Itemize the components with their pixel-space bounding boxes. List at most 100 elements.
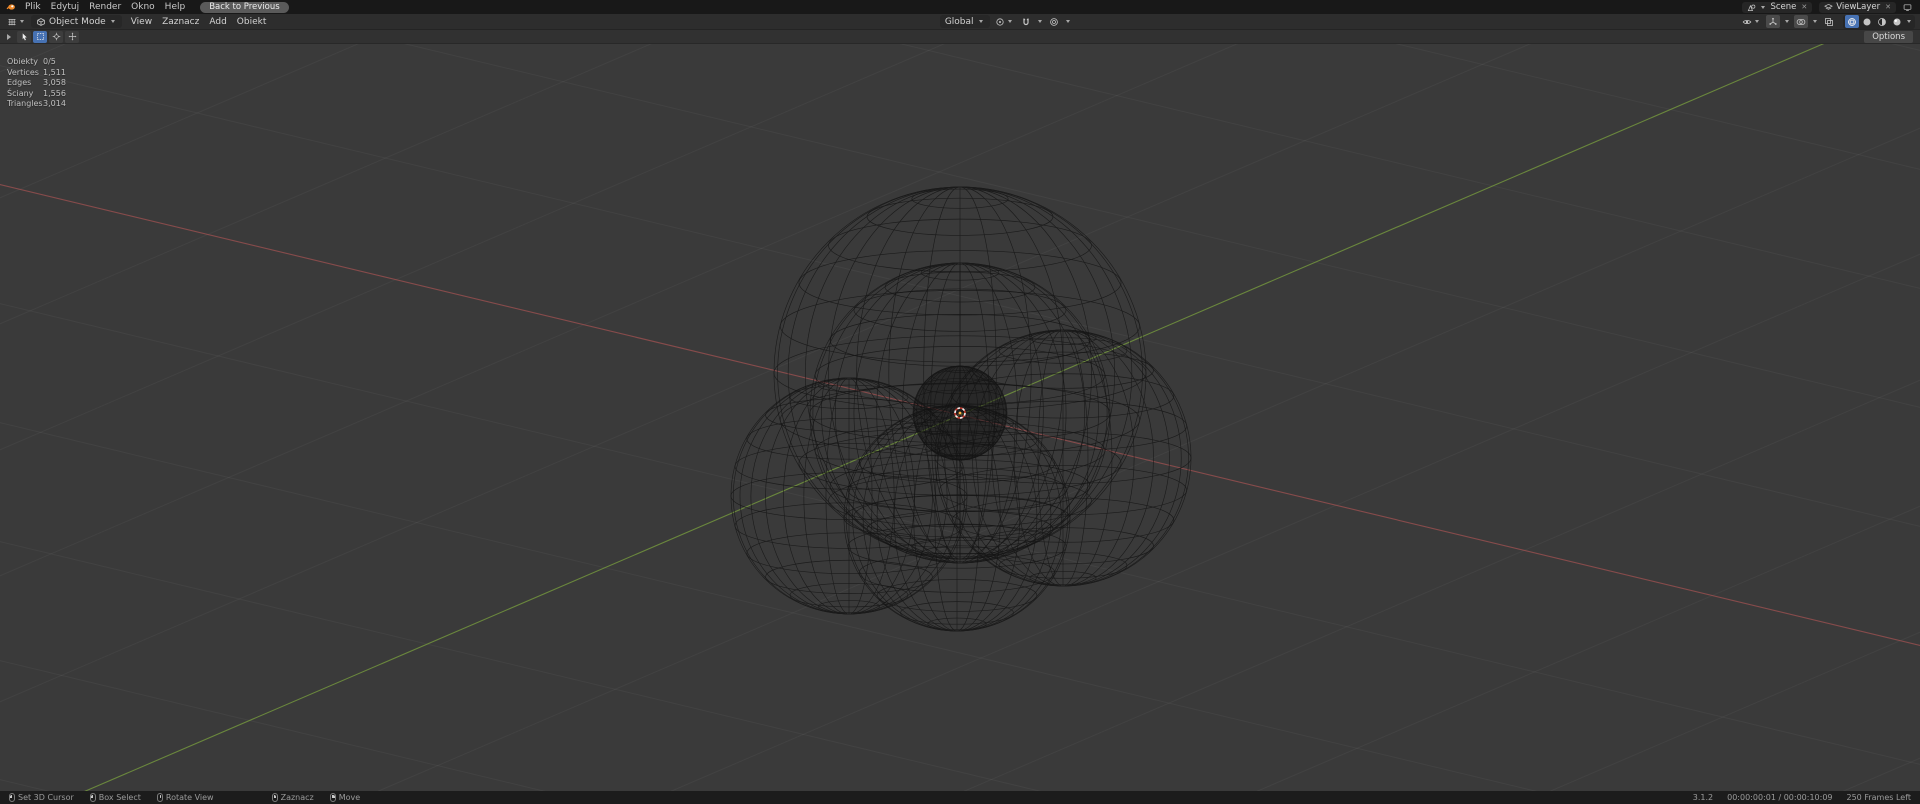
menu-render[interactable]: Render <box>84 0 126 14</box>
hint-label: Box Select <box>98 793 141 802</box>
gizmo-icon <box>1768 17 1778 27</box>
blender-version: 3.1.2 <box>1692 793 1714 802</box>
menu-viewport-view[interactable]: View <box>126 14 157 30</box>
hint-rotate-view: Rotate View <box>156 793 214 802</box>
snap-dropdown-chevron-icon[interactable] <box>1036 15 1044 28</box>
proportional-dropdown-chevron-icon[interactable] <box>1064 15 1072 28</box>
stat-edges-row: Edges 3,058 <box>7 78 66 89</box>
tool-settings-expander-icon[interactable] <box>7 33 11 40</box>
stat-faces-row: Ściany 1,556 <box>7 89 66 100</box>
move-tool-button[interactable] <box>65 30 79 43</box>
stat-triangles-row: Triangles 3,014 <box>7 99 66 110</box>
scene-name: Scene <box>1770 2 1797 12</box>
menu-viewport-select[interactable]: Zaznacz <box>157 14 204 30</box>
hint-box-select: Box Select <box>89 793 141 802</box>
shading-wireframe-button[interactable] <box>1845 15 1859 28</box>
browse-scene-chevron-icon[interactable] <box>1759 1 1767 14</box>
menu-help[interactable]: Help <box>160 0 191 14</box>
scene-icon <box>1747 3 1756 12</box>
stat-value: 0/5 <box>43 57 56 66</box>
mouse-left-drag-icon <box>89 793 96 802</box>
hint-set-3d-cursor: Set 3D Cursor <box>9 793 74 802</box>
view-layer-selector[interactable]: ViewLayer ✕ <box>1819 1 1896 13</box>
show-overlays-toggle[interactable] <box>1794 15 1808 28</box>
chevron-down-icon <box>1753 15 1761 28</box>
stat-value: 3,058 <box>43 78 66 87</box>
remove-view-layer-icon[interactable]: ✕ <box>1883 3 1891 11</box>
mouse-right-icon <box>329 793 336 802</box>
orientation-label: Global <box>944 16 974 27</box>
visibility-eye-icon <box>1742 17 1752 27</box>
shading-rendered-button[interactable] <box>1890 15 1904 28</box>
stat-label: Edges <box>7 78 32 87</box>
topbar: Plik Edytuj Render Okno Help Back to Pre… <box>0 0 1920 14</box>
xray-icon <box>1824 17 1834 27</box>
shading-mode-group <box>1843 14 1915 29</box>
menu-viewport-add[interactable]: Add <box>204 14 231 30</box>
view-layer-name: ViewLayer <box>1836 2 1881 12</box>
stat-value: 3,014 <box>43 99 66 108</box>
menu-edit[interactable]: Edytuj <box>46 0 84 14</box>
menu-viewport-object[interactable]: Obiekt <box>232 14 272 30</box>
toggle-xray-button[interactable] <box>1822 15 1836 28</box>
playback-timecode: 00:00:00:01 / 00:00:10:09 <box>1727 793 1833 802</box>
scene-selector[interactable]: Scene ✕ <box>1742 1 1813 14</box>
move-tool-icon <box>68 32 77 41</box>
cursor-tool-button[interactable] <box>49 30 63 43</box>
tweak-tool-icon <box>20 32 29 41</box>
snap-magnet-icon <box>1021 17 1031 27</box>
object-mode-icon <box>36 17 46 27</box>
mouse-middle-icon <box>156 793 163 802</box>
editor-3d-viewport-icon <box>7 17 17 27</box>
transform-orientation-dropdown[interactable]: Global <box>939 15 990 28</box>
shading-material-button[interactable] <box>1875 15 1889 28</box>
stat-label: Triangles <box>7 99 43 108</box>
mode-label: Object Mode <box>49 16 106 27</box>
gizmo-dropdown-chevron-icon[interactable] <box>1783 15 1791 28</box>
stat-value: 1,556 <box>43 88 66 98</box>
show-gizmo-toggle[interactable] <box>1766 15 1780 28</box>
hint-label: Move <box>338 793 361 802</box>
hint-label: Rotate View <box>165 793 214 802</box>
blender-logo-icon[interactable] <box>6 2 16 12</box>
tool-settings-bar: Options <box>0 30 1920 44</box>
overlays-dropdown-chevron-icon[interactable] <box>1811 15 1819 28</box>
statistics-overlay: Obiekty 0/5 Vertices 1,511 Edges 3,058 Ś… <box>7 57 66 110</box>
mouse-right-icon <box>271 793 278 802</box>
options-button[interactable]: Options <box>1864 30 1913 43</box>
pivot-point-dropdown[interactable] <box>993 15 1016 28</box>
shading-solid-button[interactable] <box>1860 15 1874 28</box>
proportional-editing-toggle[interactable] <box>1047 15 1061 28</box>
stat-label: Obiekty <box>7 57 39 66</box>
shading-wireframe-icon <box>1847 17 1857 27</box>
stat-label: Vertices <box>7 67 39 77</box>
object-visibility-dropdown[interactable] <box>1740 15 1763 28</box>
shading-material-icon <box>1877 17 1887 27</box>
status-bar: Set 3D Cursor Box Select Rotate View Zaz… <box>0 791 1920 804</box>
screen-icon[interactable] <box>1903 3 1912 12</box>
chevron-down-icon <box>109 15 117 28</box>
editor-type-button[interactable] <box>5 15 28 28</box>
shading-dropdown-chevron-icon[interactable] <box>1905 15 1913 28</box>
select-box-tool-button[interactable] <box>33 30 47 43</box>
overlays-icon <box>1796 17 1806 27</box>
snap-toggle[interactable] <box>1019 15 1033 28</box>
frames-left: 250 Frames Left <box>1846 793 1912 802</box>
pivot-point-icon <box>995 17 1005 27</box>
unlink-scene-icon[interactable]: ✕ <box>1799 3 1807 11</box>
mouse-left-icon <box>9 793 15 802</box>
stat-objects-row: Obiekty 0/5 <box>7 57 66 68</box>
menu-window[interactable]: Okno <box>126 0 160 14</box>
menu-file[interactable]: Plik <box>20 0 46 14</box>
viewport-display-group <box>1740 14 1915 29</box>
hint-label: Set 3D Cursor <box>18 793 74 802</box>
select-box-tool-icon <box>36 32 45 41</box>
viewport-3d-canvas[interactable] <box>0 44 1920 791</box>
cursor-tool-icon <box>52 32 61 41</box>
tweak-tool-button[interactable] <box>17 30 31 43</box>
mode-dropdown[interactable]: Object Mode <box>31 15 122 28</box>
back-to-previous-button[interactable]: Back to Previous <box>200 1 289 13</box>
shading-solid-icon <box>1862 17 1872 27</box>
topbar-right: Scene ✕ ViewLayer ✕ <box>1742 1 1914 14</box>
view-layer-icon <box>1824 3 1833 12</box>
